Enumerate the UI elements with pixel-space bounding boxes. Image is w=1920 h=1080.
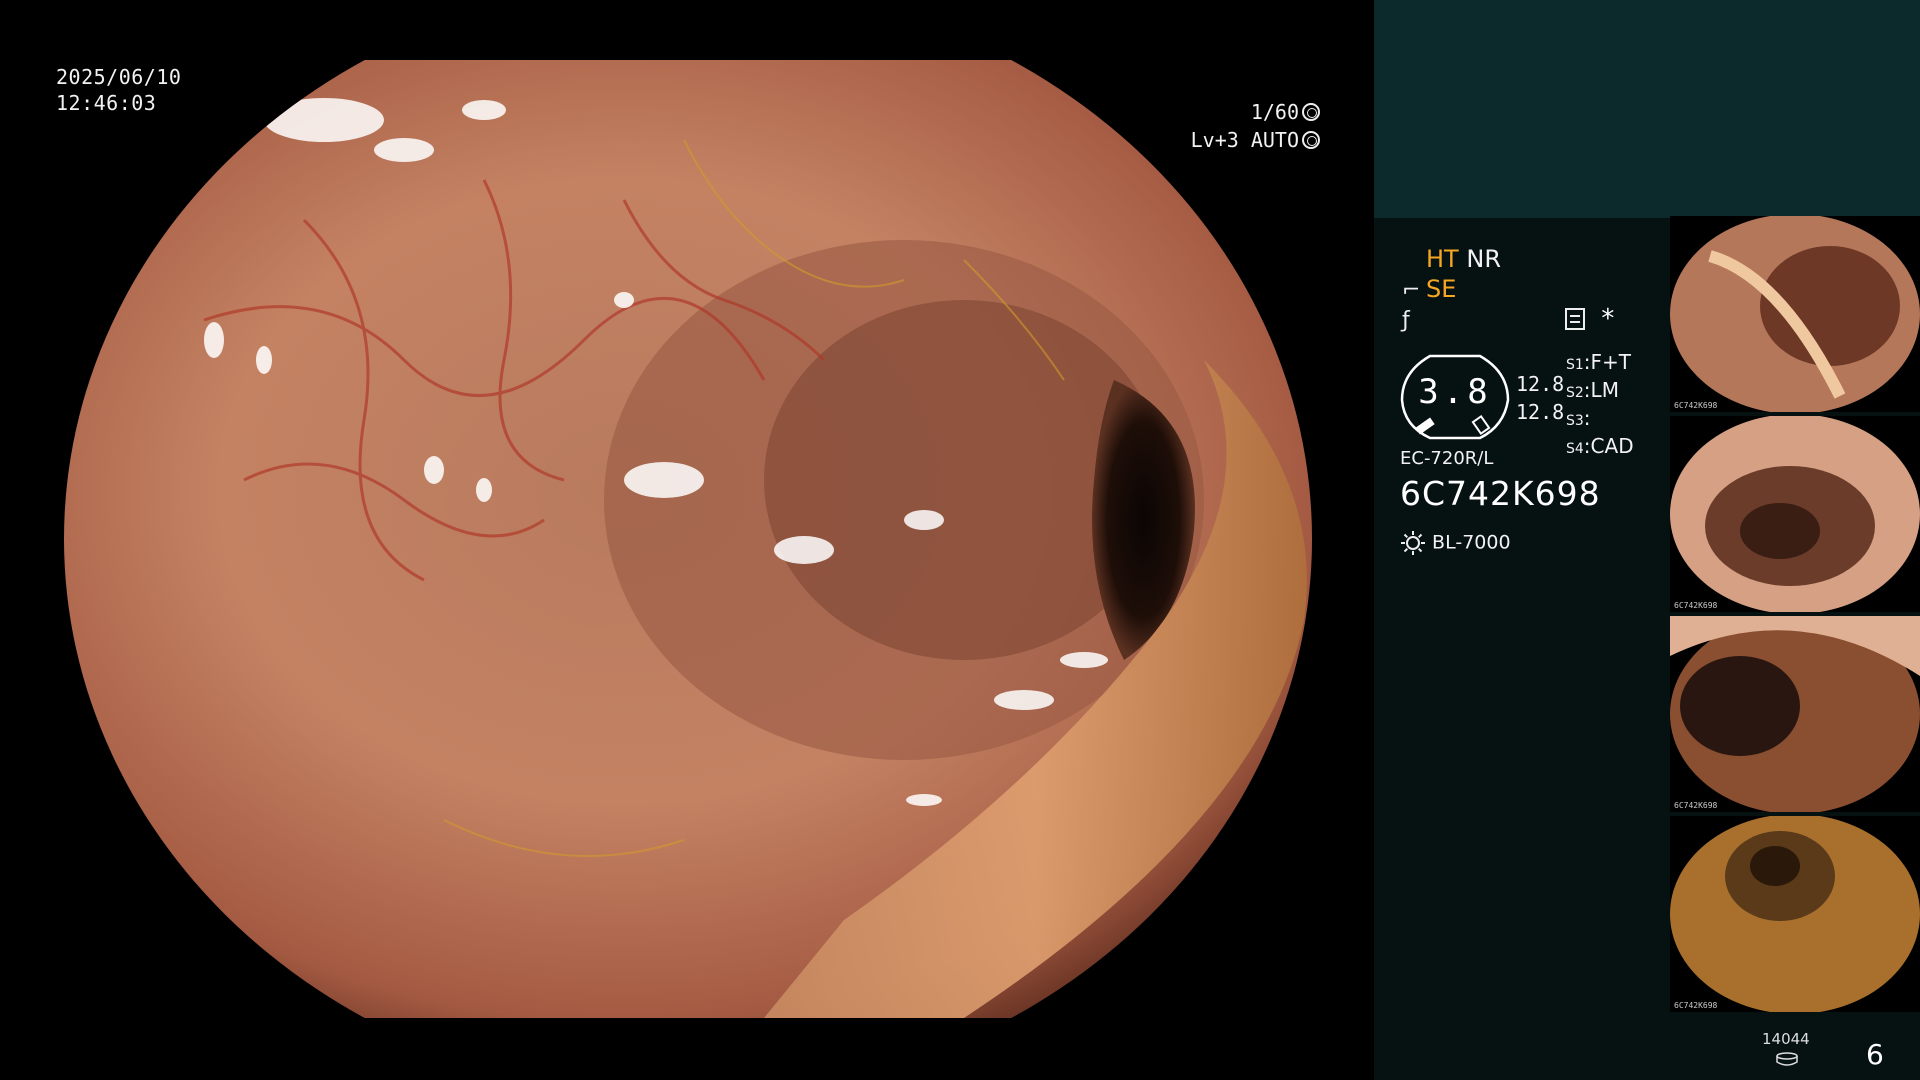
settings-list-icon	[1565, 308, 1585, 330]
aperture-icon	[1302, 103, 1320, 121]
thumbnail-label: 6C742K698	[1674, 801, 1718, 810]
thumbnail-2[interactable]: 6C742K698	[1670, 416, 1920, 612]
thumbnail-1[interactable]: 6C742K698	[1670, 216, 1920, 412]
date-time-readout: 2025/06/10 12:46:03	[56, 64, 181, 116]
asterisk-indicator: *	[1600, 304, 1616, 334]
light-source: BL-7000	[1400, 530, 1511, 556]
switch-assignments: S1:F+T S2:LM S3: S4:CAD	[1566, 350, 1634, 462]
thumbnail-image	[1670, 216, 1920, 412]
gauge-lower: 12.8	[1516, 400, 1565, 424]
image-number: 6	[1866, 1038, 1884, 1071]
ht-mode: HT	[1426, 245, 1459, 273]
thumbnail-3[interactable]: 6C742K698	[1670, 616, 1920, 812]
thumbnail-image	[1670, 616, 1920, 812]
auto-iris-icon	[1302, 131, 1320, 149]
thumbnail-label: 6C742K698	[1674, 601, 1718, 610]
brightness-level: Lv+3 AUTO	[1190, 128, 1299, 152]
scope-serial: 6C742K698	[1400, 474, 1601, 513]
light-source-name: BL-7000	[1432, 531, 1511, 554]
gauge-numbers: 12.8 12.8	[1516, 370, 1564, 426]
gauge-upper: 12.8	[1516, 372, 1565, 396]
colon-mucosa-image	[64, 60, 1312, 1018]
endoscope-screen: 2025/06/10 12:46:03 1/60 Lv+3 AUTO HT NR…	[0, 0, 1920, 1080]
date-text: 2025/06/10	[56, 65, 182, 89]
shutter-speed: 1/60	[1250, 100, 1299, 124]
top-info-panel	[1374, 0, 1920, 218]
gauge-value: 3.8	[1418, 372, 1492, 412]
switch-row: S4:CAD	[1566, 434, 1634, 458]
exposure-readout: 1/60 Lv+3 AUTO	[1191, 98, 1320, 154]
time-text: 12:46:03	[56, 91, 157, 115]
database-icon	[1776, 1052, 1798, 1066]
thumbnail-image	[1670, 416, 1920, 612]
endoscope-live-view	[64, 60, 1312, 1018]
thumbnail-label: 6C742K698	[1674, 401, 1718, 410]
sun-icon	[1401, 531, 1425, 555]
switch-row: S2:LM	[1566, 378, 1619, 402]
nr-mode: NR	[1466, 245, 1501, 273]
image-mode-block: HT NR ⌐ SE ƒ	[1402, 244, 1501, 334]
se-mode: SE	[1426, 275, 1457, 303]
storage-count: 14044	[1762, 1030, 1810, 1048]
thumbnail-strip: 6C742K698 6C742K698 6C742K698 6C742K698	[1670, 216, 1920, 1016]
scope-model: EC-720R/L	[1400, 448, 1494, 469]
thumbnail-4[interactable]: 6C742K698	[1670, 816, 1920, 1012]
switch-row: S3:	[1566, 406, 1591, 430]
scope-tip-icon: ⌐	[1402, 278, 1421, 303]
thumbnail-label: 6C742K698	[1674, 1001, 1718, 1010]
thumbnail-image	[1670, 816, 1920, 1012]
slash-f-icon: ƒ	[1402, 308, 1410, 333]
switch-row: S1:F+T	[1566, 350, 1632, 374]
